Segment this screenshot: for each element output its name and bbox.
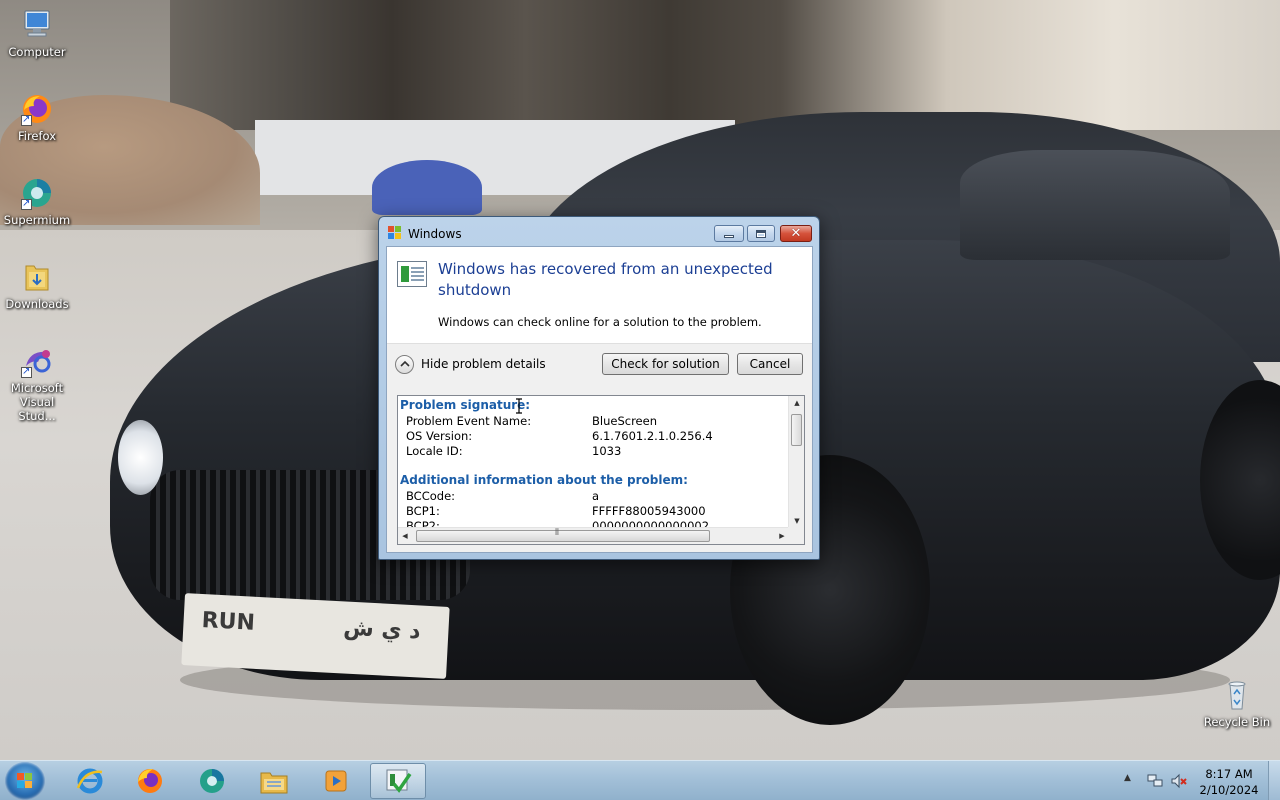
show-hidden-icons-arrow-icon[interactable]: ▲ [1124,773,1131,783]
desktop-icon-recycle-bin[interactable]: Recycle Bin [1200,678,1274,729]
recycle-bin-icon [1220,678,1254,712]
shortcut-arrow-icon [21,197,32,211]
desktop-icon-label: Downloads [5,297,69,311]
volume-muted-tray-icon[interactable] [1170,773,1188,789]
internet-explorer-icon [76,768,103,794]
desktop-icon-label: Supermium [3,213,71,227]
minimize-icon [724,234,734,238]
plate-text-left: RUN [200,608,256,636]
desktop-icon-label: Microsoft Visual Stud... [10,381,64,423]
desktop-icon-visual-studio[interactable]: Microsoft Visual Stud... [0,344,74,423]
windows-flag-icon [388,226,402,240]
check-for-solution-button[interactable]: Check for solution [602,353,729,375]
maximize-icon [756,229,766,238]
horizontal-scroll-thumb[interactable] [416,528,710,542]
firefox-icon [20,92,54,127]
taskbar-firefox[interactable] [122,763,178,799]
desktop-icon-firefox[interactable]: Firefox [0,92,74,143]
shortcut-arrow-icon [21,113,32,127]
taskbar-media-player[interactable] [308,763,364,799]
vertical-scrollbar[interactable]: ▲ ▼ [788,396,804,528]
dialog-header: Windows has recovered from an unexpected… [387,247,812,344]
maximize-button[interactable] [747,225,775,242]
supermium-icon [20,176,54,211]
scroll-down-arrow-icon[interactable]: ▼ [789,514,804,528]
detail-value: a [592,489,600,503]
main-instruction: Windows has recovered from an unexpected… [438,260,773,299]
close-button[interactable]: ✕ [780,225,812,242]
show-desktop-button[interactable] [1268,761,1280,800]
taskbar-file-explorer[interactable] [246,763,302,799]
minimize-button[interactable] [714,225,744,242]
hide-details-toggle[interactable]: Hide problem details [395,354,546,374]
desktop-icon-downloads[interactable]: Downloads [0,260,74,311]
scroll-left-arrow-icon[interactable]: ◀ [398,528,412,544]
taskbar: ▲ 8:17 AM 2/10/2024 [0,760,1280,800]
file-explorer-icon [260,772,288,794]
desktop-icon-supermium[interactable]: Supermium [0,176,74,227]
shortcut-arrow-icon [21,365,32,379]
detail-key: OS Version: [406,429,473,443]
action-center-app-icon [386,769,412,793]
problem-signature-heading: Problem signature: [400,398,531,412]
desktop-icon-computer[interactable]: Computer [0,8,74,59]
dialog-titlebar[interactable]: Windows ✕ [379,217,819,247]
cancel-button[interactable]: Cancel [737,353,803,375]
detail-key: Locale ID: [406,444,463,458]
scroll-right-arrow-icon[interactable]: ▶ [775,528,789,544]
desktop-icon-label: Firefox [17,129,57,143]
detail-key: Problem Event Name: [406,414,532,428]
vertical-scroll-thumb[interactable] [791,414,802,446]
folder-icon [20,260,54,294]
sub-instruction: Windows can check online for a solution … [438,315,762,329]
firefox-icon [138,769,162,793]
horizontal-scrollbar[interactable]: ◀ ▶ [398,527,789,544]
wallpaper-building [170,0,1280,130]
supermium-icon [200,769,224,793]
taskbar-active-dialog-app[interactable] [370,763,426,799]
clock-date: 2/10/2024 [1199,783,1259,797]
wallpaper-tarp [372,160,482,215]
wallpaper-car-headlight [118,420,163,495]
network-tray-icon[interactable] [1146,773,1164,789]
text-cursor-icon [515,398,523,414]
windows-logo-icon [17,773,33,789]
dialog-title: Windows [408,227,462,241]
scroll-up-arrow-icon[interactable]: ▲ [789,396,804,410]
computer-icon [20,8,54,42]
problem-details-box[interactable]: Problem signature: Problem Event Name: B… [397,395,805,545]
problem-report-icon [397,261,427,287]
close-icon: ✕ [790,226,802,241]
start-button[interactable] [5,762,45,800]
detail-key: BCCode: [406,489,456,503]
detail-value: 6.1.7601.2.1.0.256.4 [592,429,713,443]
taskbar-supermium[interactable] [184,763,240,799]
wallpaper-license-plate: RUN د ي ش [181,593,450,679]
plate-text-right: د ي ش [342,615,422,645]
dialog-client-area: Windows has recovered from an unexpected… [386,246,813,553]
additional-info-heading: Additional information about the problem… [400,473,688,487]
detail-value: BlueScreen [592,414,657,428]
detail-key: BCP1: [406,504,440,518]
problem-details-content: Problem signature: Problem Event Name: B… [398,396,789,528]
detail-value: FFFFF88005943000 [592,504,706,518]
scrollbar-corner [788,527,804,544]
clock-time: 8:17 AM [1205,767,1253,781]
visual-studio-icon [20,344,54,379]
chevron-up-icon [395,354,414,374]
taskbar-internet-explorer[interactable] [62,763,118,799]
desktop-icon-label: Computer [8,45,66,59]
media-player-icon [325,770,347,792]
toggle-label: Hide problem details [421,357,546,371]
desktop-icon-label: Recycle Bin [1203,715,1271,729]
system-clock[interactable]: 8:17 AM 2/10/2024 [1196,766,1262,798]
wallpaper-car-window [960,150,1230,260]
detail-value: 1033 [592,444,622,458]
error-dialog-window[interactable]: Windows ✕ Windows has recovered from an … [378,216,820,560]
